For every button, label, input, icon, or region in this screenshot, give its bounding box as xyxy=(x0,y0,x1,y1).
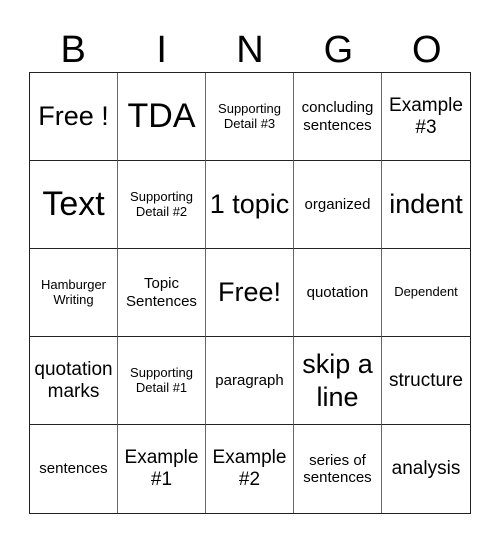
bingo-cell[interactable]: 1 topic xyxy=(206,161,294,249)
bingo-cell[interactable]: sentences xyxy=(30,425,118,513)
bingo-cell[interactable]: quotation marks xyxy=(30,337,118,425)
header-letter-n: N xyxy=(236,29,264,71)
bingo-cell-free[interactable]: Free! xyxy=(206,249,294,337)
bingo-header: B I N G O xyxy=(29,28,471,72)
bingo-cell[interactable]: analysis xyxy=(382,425,470,513)
bingo-cell[interactable]: Supporting Detail #2 xyxy=(118,161,206,249)
bingo-cell[interactable]: series of sentences xyxy=(294,425,382,513)
bingo-cell[interactable]: concluding sentences xyxy=(294,73,382,161)
bingo-cell[interactable]: quotation xyxy=(294,249,382,337)
bingo-cell[interactable]: Supporting Detail #1 xyxy=(118,337,206,425)
bingo-cell[interactable]: Example #1 xyxy=(118,425,206,513)
bingo-cell[interactable]: skip a line xyxy=(294,337,382,425)
bingo-grid: Free ! TDA Supporting Detail #3 concludi… xyxy=(29,72,471,514)
bingo-cell[interactable]: Hamburger Writing xyxy=(30,249,118,337)
bingo-cell[interactable]: Supporting Detail #3 xyxy=(206,73,294,161)
bingo-cell[interactable]: structure xyxy=(382,337,470,425)
bingo-cell[interactable]: TDA xyxy=(118,73,206,161)
header-letter-b: B xyxy=(60,29,86,71)
header-letter-g: G xyxy=(323,29,354,71)
header-letter-o: O xyxy=(412,29,442,71)
bingo-cell[interactable]: Example #3 xyxy=(382,73,470,161)
bingo-cell[interactable]: Example #2 xyxy=(206,425,294,513)
bingo-cell[interactable]: paragraph xyxy=(206,337,294,425)
bingo-cell[interactable]: Dependent xyxy=(382,249,470,337)
bingo-cell[interactable]: Text xyxy=(30,161,118,249)
bingo-cell[interactable]: Topic Sentences xyxy=(118,249,206,337)
header-letter-i: I xyxy=(156,29,167,71)
bingo-cell[interactable]: Free ! xyxy=(30,73,118,161)
bingo-cell[interactable]: indent xyxy=(382,161,470,249)
bingo-cell[interactable]: organized xyxy=(294,161,382,249)
